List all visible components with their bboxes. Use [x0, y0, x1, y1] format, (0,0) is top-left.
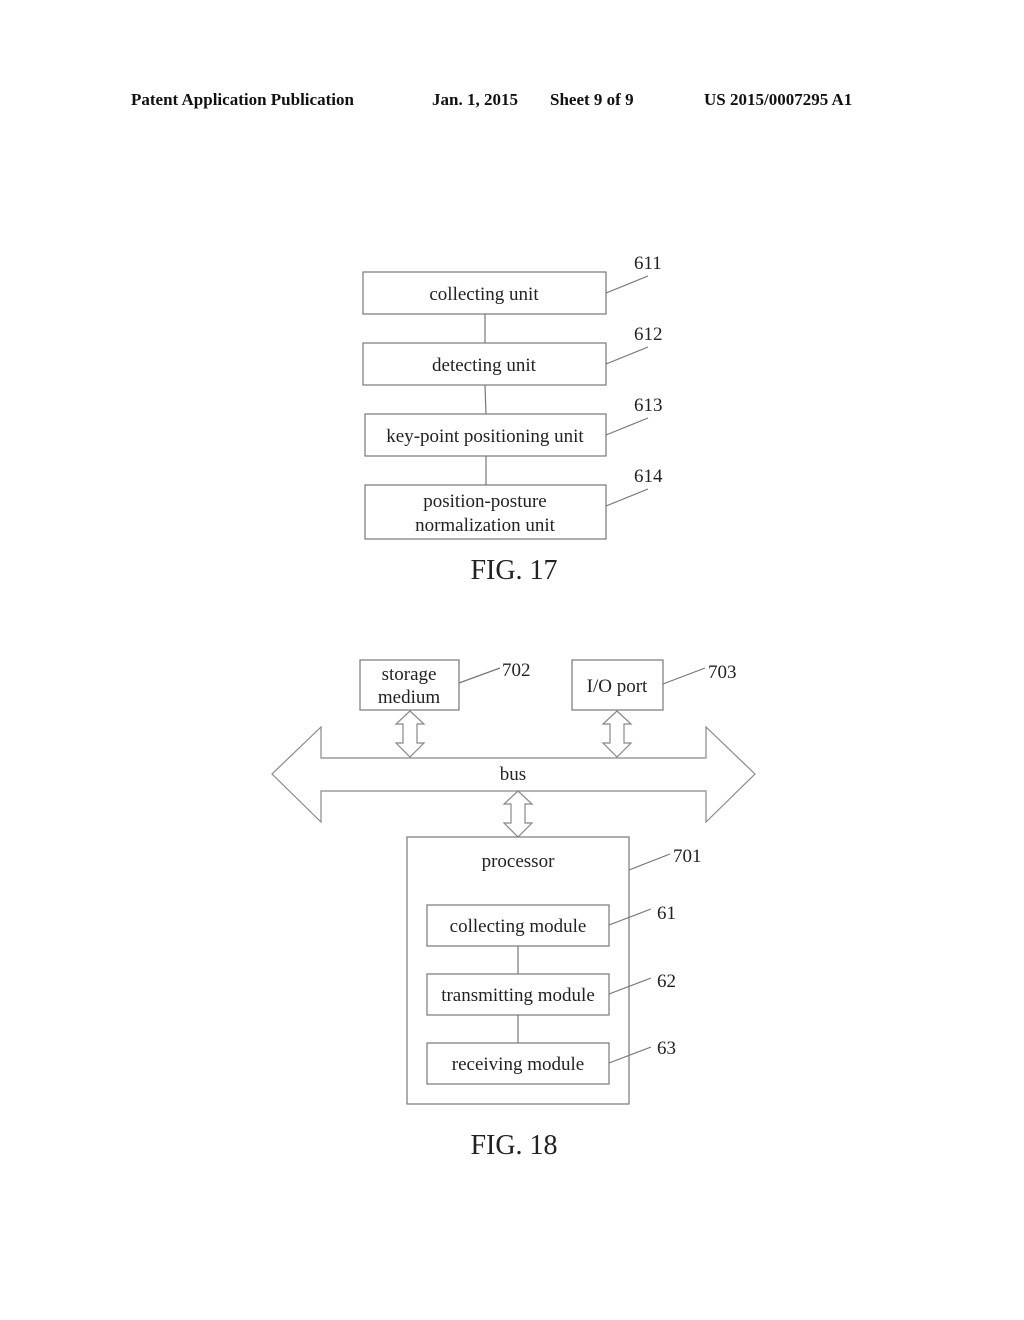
fig17-diagram: collecting unit 611 detecting unit 612 k… [362, 253, 663, 586]
fig18-caption: FIG. 18 [470, 1130, 557, 1161]
receiving-module-label: receiving module [452, 1054, 584, 1075]
collecting-unit-block: collecting unit 611 [362, 253, 662, 315]
ref-703: 703 [708, 662, 737, 683]
connector-612-613 [484, 384, 487, 415]
ref-61: 61 [657, 903, 676, 924]
leader-612 [605, 346, 649, 365]
ref-614: 614 [634, 466, 663, 487]
position-posture-normalization-unit-block: position-posture normalization unit 614 [364, 466, 663, 540]
storage-medium-block: storage medium 702 [359, 659, 531, 711]
storage-medium-label-line1: storage [382, 664, 437, 685]
normalization-unit-label-line1: position-posture [423, 491, 547, 512]
ref-701: 701 [673, 846, 702, 867]
ref-62: 62 [657, 971, 676, 992]
storage-medium-label-line2: medium [378, 687, 440, 708]
storage-bus-double-arrow [394, 710, 426, 758]
ref-63: 63 [657, 1038, 676, 1059]
leader-702 [458, 667, 501, 684]
receiving-module-block: receiving module 63 [426, 1038, 676, 1085]
leader-703 [662, 667, 706, 685]
leader-614 [605, 488, 649, 507]
ref-702: 702 [502, 660, 531, 681]
collecting-module-block: collecting module 61 [426, 903, 676, 947]
ref-612: 612 [634, 324, 663, 345]
key-point-positioning-unit-label: key-point positioning unit [386, 426, 584, 447]
io-port-block: I/O port 703 [571, 659, 737, 711]
io-bus-double-arrow [601, 710, 633, 758]
detecting-unit-label: detecting unit [432, 355, 537, 376]
leader-611 [605, 275, 649, 294]
key-point-positioning-unit-block: key-point positioning unit 613 [364, 395, 663, 457]
leader-701 [628, 853, 671, 871]
processor-label: processor [482, 851, 555, 872]
fig18-diagram: bus storage medium 702 I/O port 703 proc… [271, 659, 756, 1161]
collecting-unit-label: collecting unit [429, 284, 539, 305]
normalization-unit-label-line2: normalization unit [415, 515, 556, 536]
ref-613: 613 [634, 395, 663, 416]
detecting-unit-block: detecting unit 612 [362, 324, 663, 386]
bus-processor-double-arrow [502, 790, 534, 838]
fig17-caption: FIG. 17 [470, 555, 557, 586]
collecting-module-label: collecting module [450, 916, 587, 937]
bus-label: bus [500, 764, 526, 785]
leader-613 [605, 417, 649, 436]
transmitting-module-block: transmitting module 62 [426, 971, 676, 1016]
transmitting-module-label: transmitting module [441, 985, 595, 1006]
io-port-label: I/O port [587, 676, 648, 697]
ref-611: 611 [634, 253, 662, 274]
patent-figures: collecting unit 611 detecting unit 612 k… [271, 253, 756, 1161]
